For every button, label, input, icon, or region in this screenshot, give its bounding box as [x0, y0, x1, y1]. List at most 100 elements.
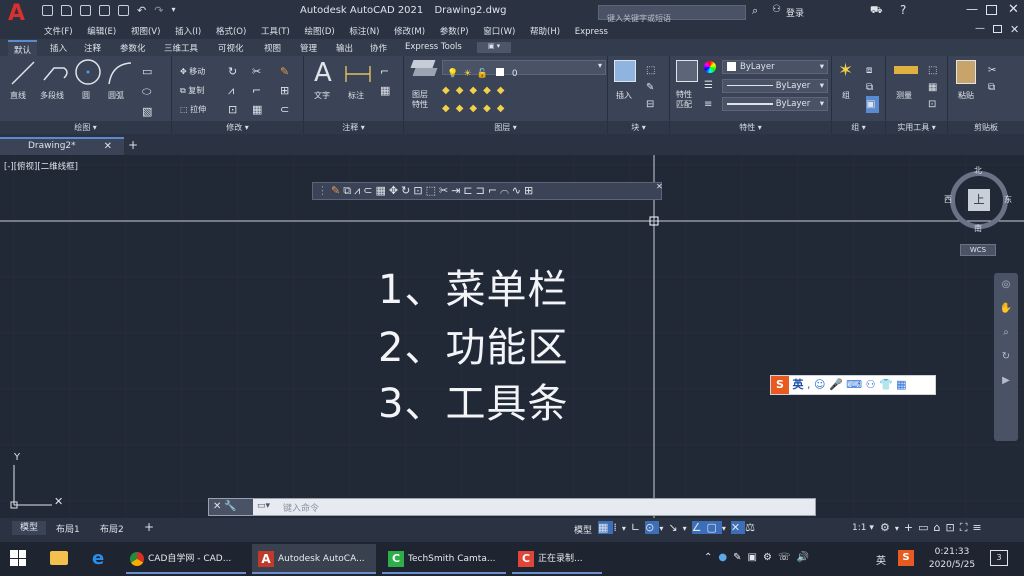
taskbar-autocad[interactable]: A Autodesk AutoCA... [252, 544, 376, 574]
menu-view[interactable]: 视图(V) [131, 27, 160, 37]
login-button[interactable]: 登录 [786, 6, 804, 19]
tab-3d-tools[interactable]: 三维工具 [164, 42, 198, 54]
scale-icon[interactable]: ⊡ [228, 100, 237, 119]
menu-minimize[interactable]: — [975, 23, 985, 34]
tab-express-tools[interactable]: Express Tools [405, 42, 462, 52]
match-properties-icon[interactable] [676, 60, 698, 82]
viewcube-south[interactable]: 南 [974, 223, 982, 234]
auto-scale-icon[interactable]: ⚖ [745, 521, 760, 534]
zoom-icon[interactable]: ⌕ [994, 321, 1018, 345]
help-icon[interactable]: ? [900, 3, 906, 17]
stretch-tb-icon[interactable]: ⬚ [426, 184, 439, 197]
menu-draw[interactable]: 绘图(D) [305, 27, 335, 37]
rectangle-icon[interactable]: ▭ [142, 62, 152, 82]
leader-icon[interactable]: ⌐ [380, 62, 390, 81]
break-tb-icon[interactable]: ⊏ [463, 184, 475, 197]
taskbar-camtasia[interactable]: C TechSmith Camta... [382, 544, 506, 574]
search-box[interactable]: 键入关键字或短语 [598, 5, 746, 23]
osnap-dropdown-icon[interactable]: ▾ [722, 524, 731, 533]
windows-start-icon[interactable] [10, 550, 26, 566]
line-icon[interactable] [10, 60, 36, 86]
color-dropdown[interactable]: ByLayer ▾ [722, 60, 828, 74]
block-attributes-icon[interactable]: ⊟ [646, 96, 655, 113]
new-icon[interactable] [42, 5, 53, 16]
menu-edit[interactable]: 编辑(E) [87, 27, 116, 37]
trim-icon[interactable]: ✂ [252, 62, 262, 81]
offset-icon[interactable]: ⊂ [280, 100, 289, 119]
offset-tb-icon[interactable]: ⊂ [363, 184, 375, 197]
layout-tab-2[interactable]: 布局2 [100, 522, 124, 535]
iso-dropdown-icon[interactable]: ▾ [683, 524, 692, 533]
close-button[interactable]: ✕ [1008, 2, 1019, 17]
layout-tab-1[interactable]: 布局1 [56, 522, 80, 535]
pan-icon[interactable]: ✋ [994, 297, 1018, 321]
fillet-icon[interactable]: ⌐ [252, 81, 262, 100]
drawing-area[interactable]: Y ✕ [-][俯视][二维线框] ⋮✎⧉⩘⊂▦✥↻⊡⬚✂⇥⊏⊐⌐⌒∿⊞ ✕ 1… [0, 155, 1024, 518]
color-wheel-icon[interactable] [704, 61, 716, 73]
tab-visualize[interactable]: 可视化 [218, 42, 244, 54]
grid-icon[interactable]: ▦ [598, 521, 614, 534]
print-icon[interactable] [118, 5, 129, 16]
menu-dimension[interactable]: 标注(N) [349, 27, 379, 37]
panel-draw-title[interactable]: 绘图 ▾ [0, 121, 171, 134]
document-tab[interactable]: Drawing2* ✕ [0, 137, 124, 155]
panel-block-title[interactable]: 块 ▾ [608, 121, 669, 134]
panel-clipboard-title[interactable]: 剪贴板 [948, 121, 1024, 134]
tab-insert[interactable]: 插入 [50, 42, 67, 54]
chamfer-tb-icon[interactable]: ⌐ [488, 184, 500, 197]
mirror-icon[interactable]: ⩘ [228, 81, 237, 100]
menu-parametric[interactable]: 参数(P) [440, 27, 469, 37]
polyline-icon[interactable] [42, 60, 70, 86]
tab-parametric[interactable]: 参数化 [120, 42, 146, 54]
panel-annotation-title[interactable]: 注释 ▾ [304, 121, 403, 134]
panel-modify-title[interactable]: 修改 ▾ [172, 121, 303, 134]
group-edit-icon[interactable]: ⧉ [866, 79, 879, 96]
tab-collaborate[interactable]: 协作 [370, 42, 387, 54]
showmotion-icon[interactable]: ▶ [994, 369, 1018, 393]
join-tb-icon[interactable]: ⊐ [476, 184, 488, 197]
blend-tb-icon[interactable]: ∿ [512, 184, 524, 197]
tab-view[interactable]: 视图 [264, 42, 281, 54]
viewcube[interactable]: 上 北 南 西 东 [944, 165, 1012, 234]
measure-icon[interactable] [894, 66, 918, 74]
array-icon[interactable]: ▦ [252, 100, 262, 119]
ime-toolbar[interactable]: S 英 , ☺ 🎤 ⌨ ⚇ 👕 ▦ [770, 375, 936, 395]
tray-app3-icon[interactable]: ▣ [748, 552, 763, 563]
close-tab-icon[interactable]: ✕ [104, 139, 112, 154]
panel-layers-title[interactable]: 图层 ▾ [404, 121, 607, 134]
customization-icon[interactable]: ≡ [972, 521, 986, 534]
quick-select-icon[interactable]: ⬚ [928, 62, 937, 79]
save-as-icon[interactable] [99, 5, 110, 16]
maximize-button[interactable] [986, 5, 997, 15]
sogou-tray-icon[interactable]: S [898, 550, 914, 566]
layer-properties-icon[interactable] [410, 60, 438, 82]
isolate-icon[interactable]: ⊡ [946, 521, 960, 534]
orbit-icon[interactable]: ↻ [994, 345, 1018, 369]
command-input[interactable]: 键入命令 [283, 501, 319, 514]
panel-groups-title[interactable]: 组 ▾ [832, 121, 885, 134]
layer-dropdown[interactable]: 💡 ☀ 🔓 0 ▾ [442, 60, 606, 79]
wcs-menu[interactable]: WCS [960, 244, 996, 256]
tray-app1-icon[interactable]: ● [718, 552, 733, 563]
layer-tools-row2[interactable]: ◆◆◆◆◆ [442, 100, 510, 118]
menu-file[interactable]: 文件(F) [44, 27, 73, 37]
snap-icon[interactable]: ⁞ [613, 521, 622, 534]
explode-icon[interactable]: ⊞ [280, 81, 289, 100]
tab-annotate[interactable]: 注释 [84, 42, 101, 54]
save-icon[interactable] [80, 5, 91, 16]
mirror-tb-icon[interactable]: ⩘ [354, 184, 363, 197]
fillet-tb-icon[interactable]: ⌒ [500, 184, 512, 197]
viewcube-east[interactable]: 东 [1004, 194, 1012, 205]
explode-tb-icon[interactable]: ⊞ [524, 184, 536, 197]
ribbon-toggle-button[interactable]: ▣ ▾ [477, 42, 511, 53]
viewcube-north[interactable]: 北 [974, 165, 982, 176]
tab-default[interactable]: 默认 [8, 40, 38, 56]
tray-expand-icon[interactable]: ⌃ [704, 552, 718, 563]
array-tb-icon[interactable]: ▦ [376, 184, 389, 197]
volume-icon[interactable]: 🔊 [796, 552, 814, 563]
user-icon[interactable]: ⚇ [772, 4, 781, 15]
annotation-scale[interactable]: 1:1 ▾ [852, 523, 874, 533]
minimize-button[interactable]: — [966, 2, 978, 16]
layout-tab-model[interactable]: 模型 [12, 521, 47, 535]
new-tab-button[interactable]: + [128, 138, 138, 152]
